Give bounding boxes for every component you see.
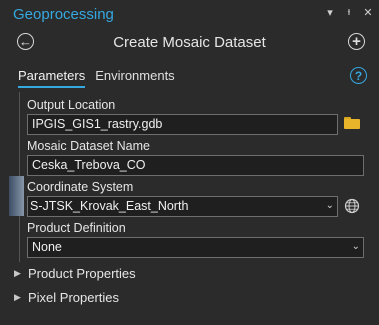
help-icon: ? (354, 68, 363, 83)
product-definition-label: Product Definition (27, 221, 126, 235)
coordinate-system-label: Coordinate System (27, 180, 134, 194)
coordinate-system-focus-marker (9, 176, 24, 216)
pane-titlebar: Geoprocessing ▾ ᵻ ✕ (0, 0, 379, 28)
tool-title: Create Mosaic Dataset (113, 34, 266, 51)
section-product-properties[interactable]: ▶ Product Properties (14, 266, 136, 281)
geoprocessing-pane: Geoprocessing ▾ ᵻ ✕ ← Create Mosaic Data… (0, 0, 379, 325)
close-icon[interactable]: ✕ (363, 6, 373, 19)
tool-tabs: Parameters Environments (18, 68, 175, 88)
tool-navbar: ← Create Mosaic Dataset + (0, 30, 379, 56)
pane-title: Geoprocessing (13, 6, 114, 23)
output-location-input[interactable]: IPGIS_GIS1_rastry.gdb (27, 114, 338, 135)
tab-environments[interactable]: Environments (95, 68, 174, 88)
tab-parameters[interactable]: Parameters (18, 68, 86, 88)
dataset-name-label: Mosaic Dataset Name (27, 139, 150, 153)
folder-icon[interactable] (344, 117, 360, 129)
coordinate-system-select[interactable]: S-JTSK_Krovak_East_North ⌄ (27, 196, 338, 217)
plus-icon: + (352, 33, 361, 50)
chevron-right-icon: ▶ (14, 292, 21, 302)
product-definition-value: None (32, 240, 62, 254)
chevron-right-icon: ▶ (14, 268, 21, 278)
pin-icon[interactable]: ᵻ (344, 6, 354, 19)
chevron-down-icon: ⌄ (351, 241, 360, 252)
chevron-down-icon: ⌄ (325, 200, 334, 211)
add-tool-button[interactable]: + (348, 33, 365, 50)
help-button[interactable]: ? (350, 67, 367, 84)
dataset-name-input[interactable]: Ceska_Trebova_CO (27, 155, 364, 176)
titlebar-controls: ▾ ᵻ ✕ (325, 6, 373, 19)
section-label: Pixel Properties (28, 290, 120, 305)
chevron-down-icon[interactable]: ▾ (325, 6, 335, 19)
section-pixel-properties[interactable]: ▶ Pixel Properties (14, 290, 119, 305)
globe-icon[interactable] (344, 198, 360, 214)
product-definition-select[interactable]: None ⌄ (27, 237, 364, 258)
output-location-label: Output Location (27, 98, 116, 112)
section-label: Product Properties (28, 266, 136, 281)
coordinate-system-value: S-JTSK_Krovak_East_North (30, 199, 189, 213)
